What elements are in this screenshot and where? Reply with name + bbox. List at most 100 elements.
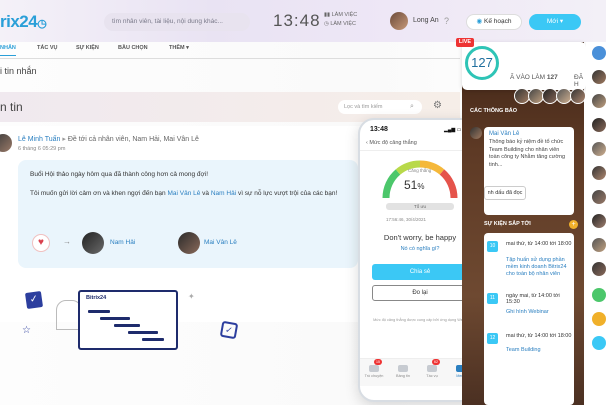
checkbox-illustration-icon: ✓ (24, 290, 44, 310)
heart-icon[interactable]: ♥ (32, 234, 50, 252)
calendar-icon: ◉ (476, 18, 483, 25)
avatar[interactable] (592, 336, 606, 350)
avatar (82, 232, 104, 254)
avatar[interactable] (592, 288, 606, 302)
avatar[interactable] (592, 70, 606, 84)
person-avatar-2[interactable] (178, 232, 200, 254)
gear-icon[interactable]: ⚙ (433, 100, 442, 111)
badge: 62 (432, 359, 440, 365)
avatar[interactable] (592, 238, 606, 252)
retry-button[interactable]: Đo lại (372, 285, 468, 301)
avatar[interactable] (592, 312, 606, 326)
notice-author[interactable]: Mai Vân Lê (489, 131, 569, 137)
event-date: ngày mai, từ 14:00 tới 15:30 (506, 293, 560, 305)
tab-messages[interactable]: NHẮN (0, 45, 16, 56)
share-button[interactable]: Chia sẻ (372, 264, 468, 280)
feed-tabs: NHẮN TÁC VỤ SỰ KIỆN BẦU CHỌN THÊM ▾ (0, 42, 460, 58)
calendar-icon: 10 (487, 241, 498, 252)
post-author-line: Lê Minh Tuấn ▸ Đề tới cả nhân viên, Nam … (18, 135, 199, 143)
gauge-sub: Tố ưu (386, 203, 454, 210)
gantt-bar (142, 338, 164, 341)
gantt-bar (128, 331, 158, 334)
tab-polls[interactable]: BẦU CHỌN (118, 45, 148, 51)
notice-pager[interactable]: ‹ 1 / 1 › (540, 190, 561, 197)
sparkle-icon: ✦ (188, 292, 195, 301)
gantt-bar (88, 310, 110, 313)
nav-feed[interactable]: Bảng tin (391, 365, 415, 378)
calendar-icon: 11 (487, 293, 498, 304)
phone-time: 13:48 (370, 126, 388, 133)
avatar[interactable] (570, 88, 586, 104)
badge: 15 (374, 359, 382, 365)
avatar[interactable] (592, 214, 606, 228)
breadcrumb: i tin nhắn (0, 66, 37, 76)
search-icon[interactable]: ⌕ (410, 103, 414, 111)
mention-link[interactable]: Mai Vân Lê (167, 190, 200, 197)
check-illustration-icon: ✓ (219, 320, 239, 340)
clock: 13:48 (273, 11, 321, 30)
laptop-illustration: Bitrix24 (78, 290, 178, 350)
new-button[interactable]: Mới ▾ (529, 14, 581, 30)
avatar[interactable] (592, 94, 606, 108)
avatar[interactable] (592, 262, 606, 276)
person-name-1[interactable]: Nam Hải (110, 239, 135, 246)
notice-text: Thông báo kỷ niệm đề tổ chức Team Buildi… (489, 139, 566, 168)
divider (0, 58, 460, 59)
feed-icon (398, 365, 408, 372)
gantt-bar (114, 324, 140, 327)
person-name-2[interactable]: Mai Vân Lê (204, 239, 237, 246)
nav-tasks[interactable]: Tác vụ (420, 365, 444, 378)
plan-button[interactable]: ◉ Kế hoạch (466, 14, 522, 30)
tab-tasks[interactable]: TÁC VỤ (37, 45, 57, 51)
laptop-title: Bitrix24 (86, 295, 107, 301)
person-avatar-1[interactable] (82, 232, 104, 254)
arrow-right-icon: → (63, 237, 71, 246)
mark-read-button[interactable]: nh dấu đã đọc (484, 186, 526, 200)
tab-more[interactable]: THÊM ▾ (169, 45, 189, 51)
signal-icon: ▂▄▆ ▭ (444, 127, 462, 133)
avatar[interactable] (592, 118, 606, 132)
work-status[interactable]: ▮▮ LÀM VIỆC ◷ LÀM VIỆC (324, 11, 357, 29)
gauge-value: 51% (404, 178, 425, 192)
user-name[interactable]: Long An (413, 17, 439, 24)
score-ring[interactable]: 127 (465, 46, 499, 80)
gauge-label: Căng thẳng (408, 168, 432, 173)
user-avatar[interactable] (390, 12, 408, 30)
avatar[interactable] (592, 190, 606, 204)
gauge-date: 17:56:46, 30/4/2021 (386, 217, 427, 222)
nav-chat[interactable]: Trò chuyện (362, 365, 386, 378)
phone-question: Don't worry, be happy (383, 233, 457, 242)
tab-events[interactable]: SỰ KIỆN (76, 45, 99, 51)
tasks-icon (427, 365, 437, 372)
message-line-1: Buổi Hội thảo ngày hôm qua đã thành công… (30, 171, 209, 178)
post-date: 6 tháng 6 05:29 pm (18, 146, 66, 152)
events-title: SỰ KIỆN SẮP TỚI (484, 221, 531, 227)
page-title: n tin (0, 100, 23, 114)
gantt-bar (100, 317, 130, 320)
avatar[interactable] (592, 142, 606, 156)
avatar[interactable] (470, 127, 482, 139)
post-recipients[interactable]: Đề tới cả nhân viên, Nam Hải, Mai Vân Lê (68, 136, 199, 143)
app-logo[interactable]: rix24◷ (0, 12, 47, 32)
chat-icon (369, 365, 379, 372)
calendar-icon: 12 (487, 333, 498, 344)
mention-link[interactable]: Nam Hải (211, 190, 236, 197)
message-line-2: Tôi muốn gửi lời cảm ơn và khen ngợi đến… (30, 190, 338, 197)
avatar (390, 12, 408, 30)
notice-title: CÁC THÔNG BÁO (470, 108, 518, 114)
help-icon[interactable]: ? (444, 16, 449, 26)
event-title[interactable]: Ghi hình Webinar (506, 309, 574, 316)
search-input[interactable]: tìm nhân viên, tài liệu, nội dung khác..… (104, 13, 250, 31)
event-date: mai thứ, từ 14:00 tới 18:00 (506, 333, 572, 339)
avatar[interactable] (592, 166, 606, 180)
add-event-icon[interactable]: + (569, 220, 578, 229)
stat-label: Ã VÀO LÀM 127 (510, 74, 558, 81)
avatar[interactable] (592, 46, 606, 60)
author-name[interactable]: Lê Minh Tuấn (18, 136, 60, 143)
avatar (178, 232, 200, 254)
notice-card[interactable]: Mai Vân Lê Thông báo kỷ niệm đề tổ chức … (484, 127, 574, 215)
stat-label-2: ĐÃ H (574, 74, 584, 88)
event-title[interactable]: Tập huấn sử dụng phần mềm kinh doanh Bit… (506, 257, 574, 278)
event-title[interactable]: Team Building (506, 347, 574, 354)
meaning-link[interactable]: Nó có nghĩa gì? (374, 246, 466, 252)
